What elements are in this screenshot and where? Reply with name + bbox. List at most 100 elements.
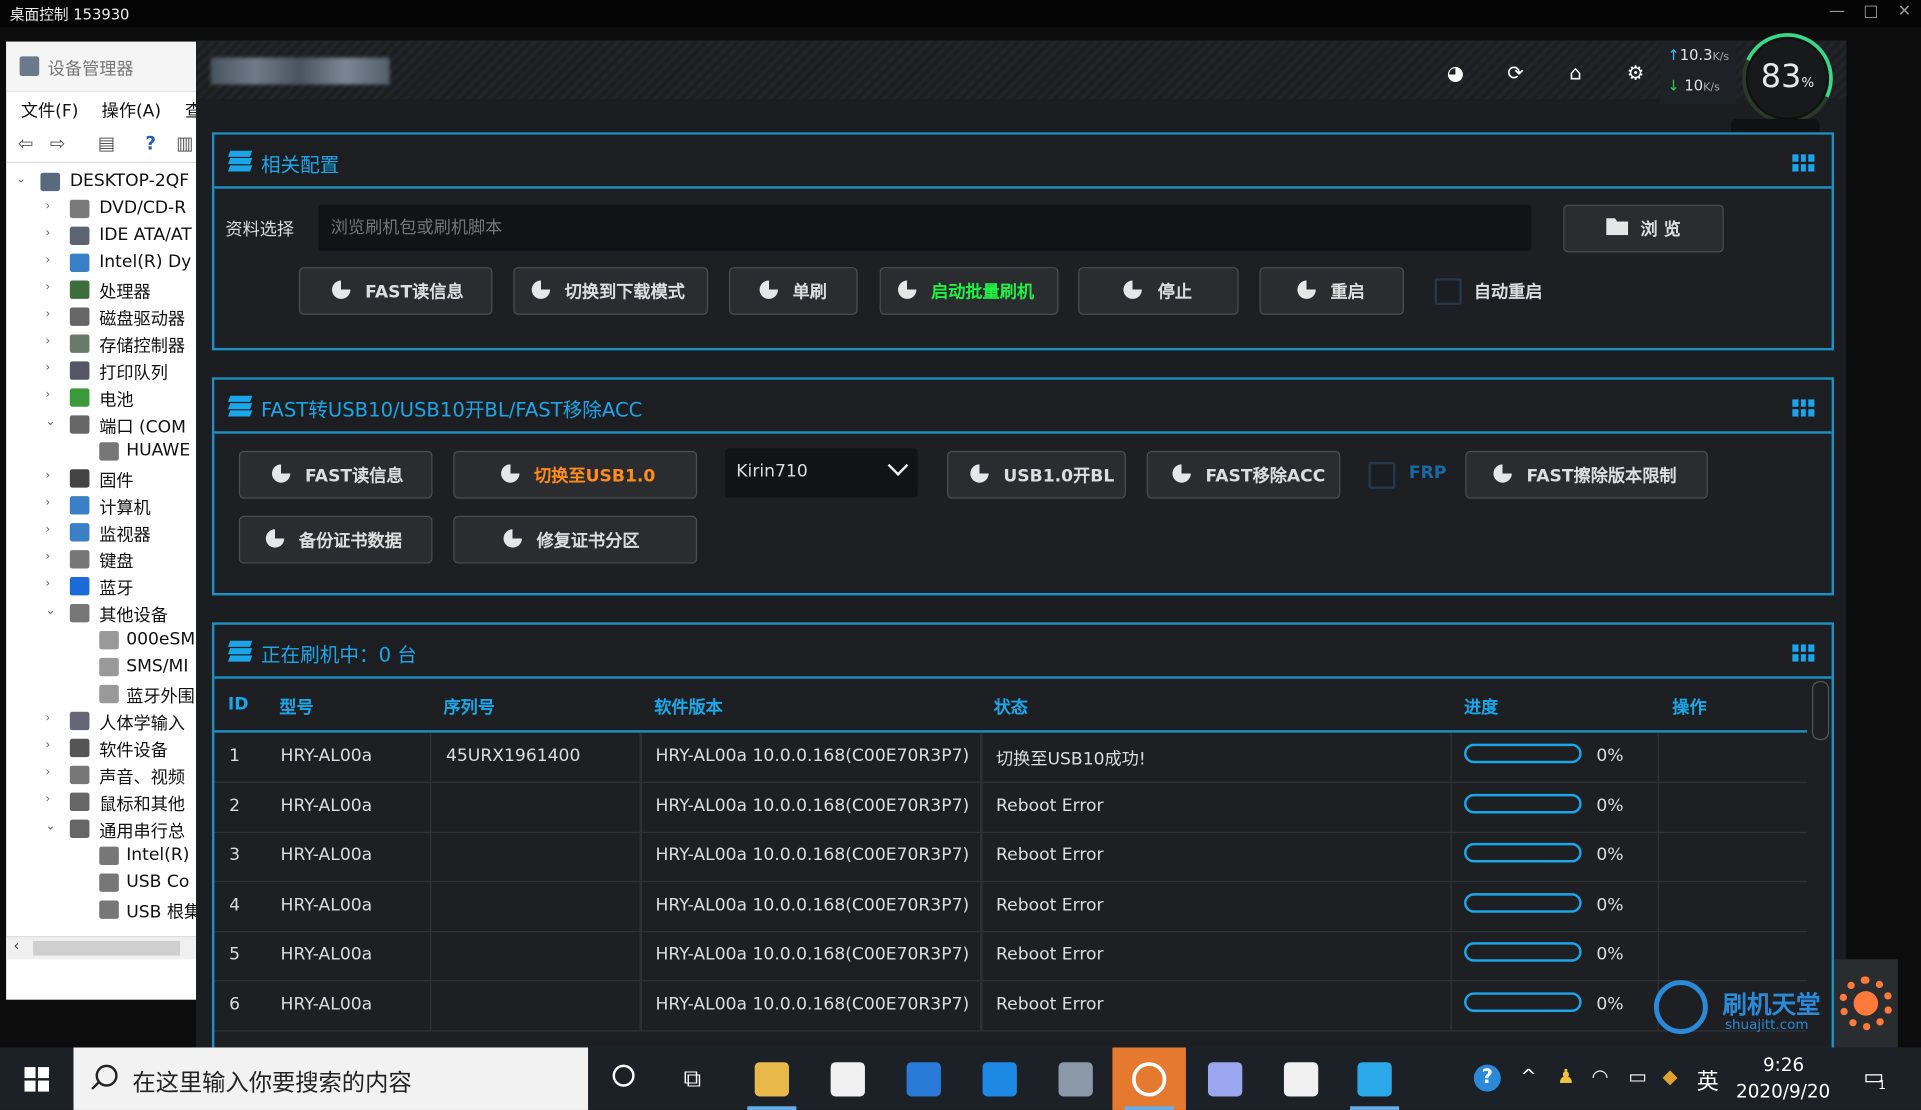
table-header: ID 型号 序列号 软件版本 状态 进度 操作 [214,679,1808,733]
properties-icon[interactable]: ▤ [94,132,119,154]
cell-action[interactable] [1658,931,1807,980]
table-row[interactable]: 4 HRY-AL00a HRY-AL00a 10.0.0.168(C00E70R3P… [214,881,1808,932]
taskbar-app-v-app[interactable] [1338,1047,1412,1110]
layers-icon [227,640,253,662]
taskbar-app-store[interactable] [811,1047,885,1109]
user-tray-icon[interactable]: ♟ [1557,1065,1575,1088]
chevron-down-icon[interactable]: ⌄ [16,173,28,186]
fast-remove-acc-button[interactable]: FAST移除ACC [1146,450,1341,499]
single-flash-button[interactable]: 单刷 [728,267,858,315]
table-row[interactable]: 2 HRY-AL00a HRY-AL00a 10.0.0.168(C00E70R3P… [214,782,1808,833]
cell-action[interactable] [1658,782,1807,831]
cell-action[interactable] [1658,881,1807,930]
chevron-right-icon[interactable]: › [45,577,57,590]
task-view-icon[interactable]: ⧉ [684,1063,701,1092]
globe-icon[interactable]: ◕ [1444,62,1466,84]
taskbar-app-device-manager[interactable] [1039,1047,1113,1109]
chevron-right-icon[interactable]: › [45,523,57,536]
chevron-right-icon[interactable]: › [45,200,57,213]
stop-button[interactable]: 停止 [1078,267,1239,315]
chevron-right-icon[interactable]: › [45,254,57,267]
gear-widget-icon[interactable] [1834,959,1898,1048]
horizontal-scrollbar[interactable]: ‹ [6,935,203,960]
table-row[interactable]: 3 HRY-AL00a HRY-AL00a 10.0.0.168(C00E70R3P… [214,831,1808,883]
scrollbar-thumb[interactable] [33,940,181,956]
close-icon[interactable]: ✕ [1898,2,1911,20]
minimize-icon[interactable]: — [1829,2,1845,20]
repair-cert-partition-button[interactable]: 修复证书分区 [453,515,698,564]
chevron-right-icon[interactable]: › [45,469,57,482]
taskbar-app-security[interactable] [1264,1047,1338,1109]
frp-checkbox[interactable] [1368,461,1396,489]
taskbar-app-network-tool[interactable] [1188,1047,1262,1109]
fast-read-info-button[interactable]: FAST读信息 [298,267,493,315]
grid-icon[interactable] [1792,644,1815,662]
auto-reboot-checkbox[interactable] [1434,278,1462,306]
chevron-right-icon[interactable]: › [45,227,57,240]
chevron-right-icon[interactable]: › [45,388,57,401]
flashing-section-title: 正在刷机中：0 台 [260,643,417,667]
chevron-right-icon[interactable]: › [45,334,57,347]
cell-status: Reboot Error [980,931,1452,981]
cell-action[interactable] [1658,733,1807,782]
clock-date[interactable]: 2020/9/20 [1736,1081,1830,1103]
menu-action[interactable]: 操作(A) [102,98,161,123]
chevron-right-icon[interactable]: › [45,496,57,509]
chevron-right-icon[interactable]: › [45,739,57,752]
chevron-down-icon[interactable]: ⌄ [45,820,57,833]
table-row[interactable]: 1 HRY-AL00a 45URX1961400 HRY-AL00a 10.0.0.1… [214,732,1808,783]
menu-file[interactable]: 文件(F) [21,98,79,123]
cell-serial [430,980,642,1030]
battery-icon[interactable]: ▭ [1628,1065,1647,1088]
cell-action[interactable] [1658,832,1807,881]
switch-download-mode-button[interactable]: 切换到下载模式 [513,267,709,315]
backup-cert-button[interactable]: 备份证书数据 [238,515,433,564]
taskbar-app-file-explorer[interactable] [735,1047,809,1110]
view-icon[interactable]: ▥ [173,132,198,154]
gear-icon[interactable]: ⚙ [1625,62,1647,84]
chevron-right-icon[interactable]: › [45,793,57,806]
usb10-unlock-bl-button[interactable]: USB1.0开BL [947,450,1126,499]
help-icon[interactable]: ? [138,132,163,154]
forward-arrow-icon[interactable]: ⇨ [45,132,70,154]
maximize-icon[interactable]: □ [1863,2,1878,20]
table-scrollbar[interactable] [1811,681,1830,740]
taskbar-search[interactable]: 在这里输入你要搜索的内容 [73,1047,589,1110]
batch-flash-button[interactable]: 启动批量刷机 [879,267,1059,315]
taskbar-app-k-app[interactable] [887,1047,961,1109]
chevron-right-icon[interactable]: › [45,766,57,779]
chevron-down-icon[interactable]: ⌄ [45,604,57,617]
chevron-down-icon[interactable]: ⌄ [45,415,57,428]
chevron-right-icon[interactable]: › [45,308,57,321]
ime-indicator[interactable]: 英 [1697,1065,1719,1097]
grid-icon[interactable] [1792,154,1815,172]
fast-erase-version-limit-button[interactable]: FAST擦除版本限制 [1465,450,1708,499]
wifi-icon[interactable]: ◠ [1591,1065,1608,1088]
chevron-right-icon[interactable]: › [45,712,57,725]
browse-button[interactable]: 浏 览 [1563,204,1724,253]
chip-select-dropdown[interactable]: Kirin710 [725,448,918,498]
clock-time[interactable]: 9:26 [1763,1054,1804,1076]
chevron-right-icon[interactable]: › [45,361,57,374]
file-path-input[interactable] [318,204,1532,252]
reboot-button[interactable]: 重启 [1259,267,1404,315]
chevron-up-icon[interactable]: ^ [1520,1065,1536,1088]
chevron-right-icon[interactable]: › [45,550,57,563]
cortana-icon[interactable] [612,1064,635,1087]
grid-icon[interactable] [1792,399,1815,417]
cell-version-text: HRY-AL00a 10.0.0.168(C00E70R3P7) [655,994,970,1014]
taskbar-app-sync-tool[interactable] [1112,1047,1186,1110]
chevron-right-icon[interactable]: › [45,281,57,294]
table-row[interactable]: 5 HRY-AL00a HRY-AL00a 10.0.0.168(C00E70R3P… [214,931,1808,982]
fast-read-info-button-2[interactable]: FAST读信息 [238,450,433,499]
back-arrow-icon[interactable]: ⇦ [13,132,38,154]
windows-start-icon[interactable] [24,1067,50,1092]
table-row[interactable]: 6 HRY-AL00a HRY-AL00a 10.0.0.168(C00E70R3P… [214,980,1808,1031]
taskbar-app-edge[interactable] [963,1047,1037,1109]
help-tray-icon[interactable]: ? [1473,1064,1501,1092]
refresh-icon[interactable]: ⟳ [1504,62,1526,84]
app-tray-icon[interactable]: ◆ [1663,1065,1678,1088]
switch-usb10-button[interactable]: 切换至USB1.0 [453,450,698,499]
scroll-left-icon[interactable]: ‹ [13,937,19,954]
home-icon[interactable]: ⌂ [1564,62,1586,84]
